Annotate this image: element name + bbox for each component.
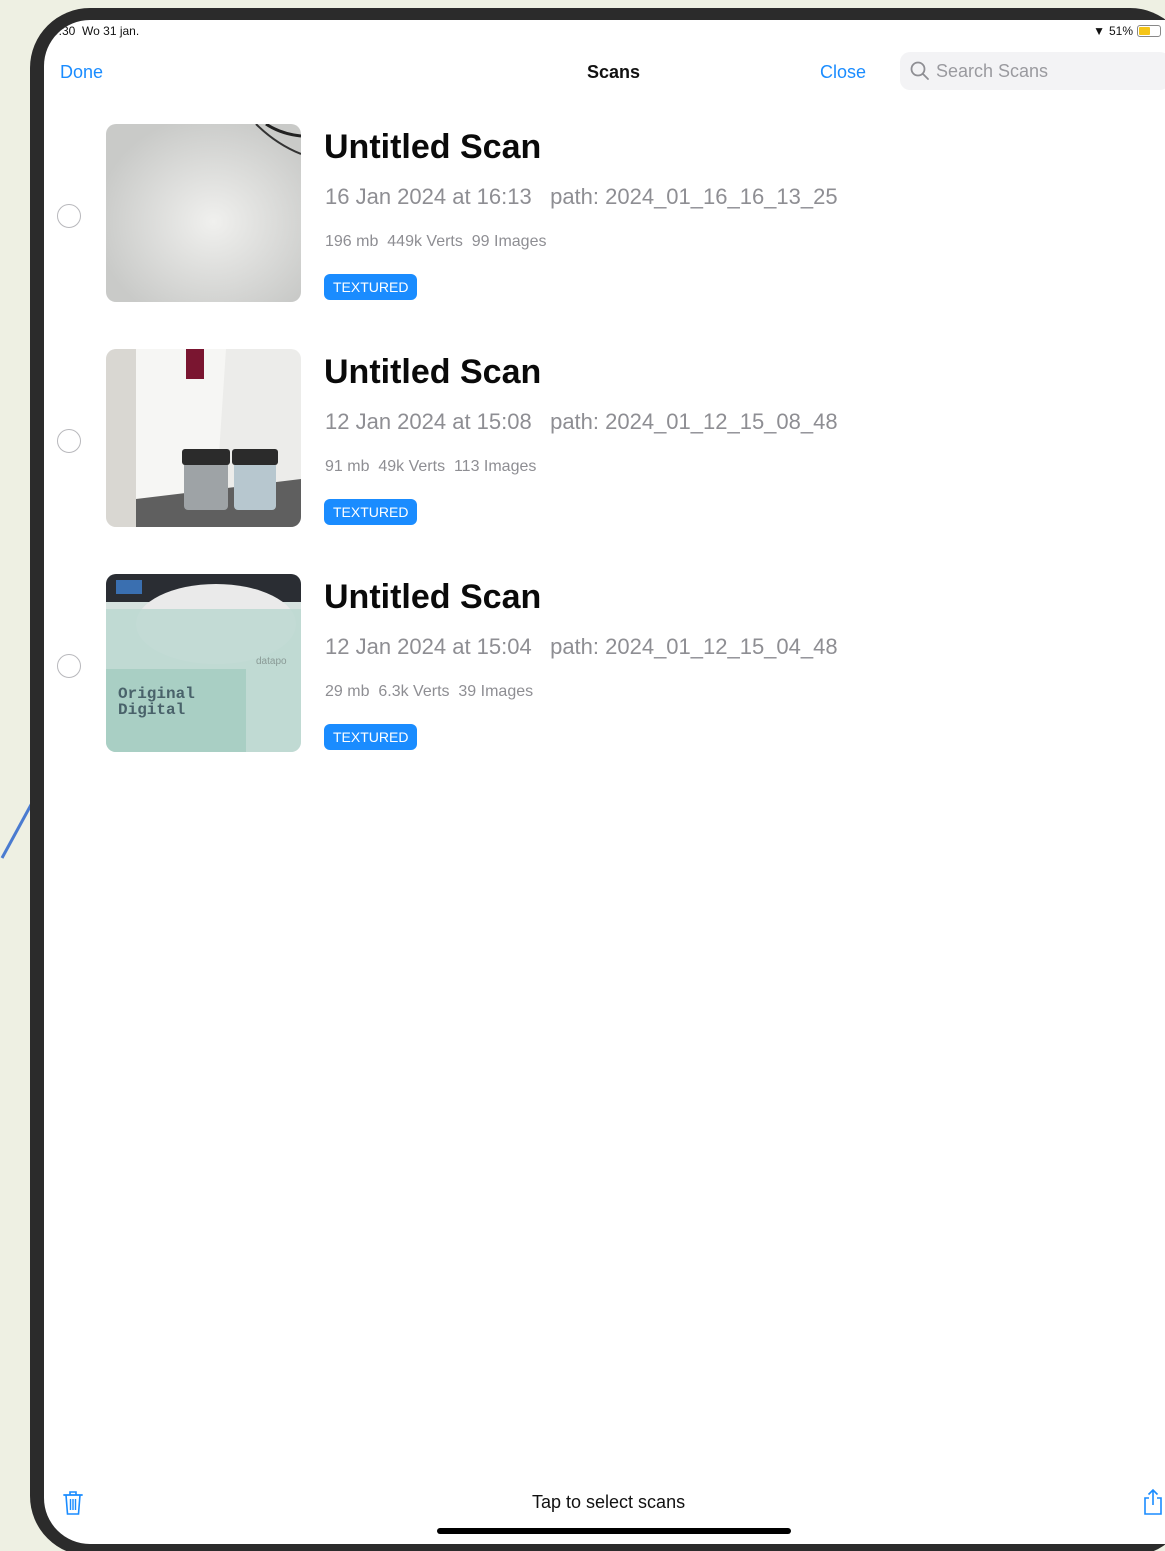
scan-path: path: 2024_01_12_15_08_48	[550, 409, 838, 434]
scan-row[interactable]: Original Digital datapo Untitled Scan 12…	[44, 574, 1165, 799]
scan-thumbnail[interactable]	[106, 124, 301, 302]
status-clock: 9:30	[52, 24, 76, 38]
scan-stats: 91 mb 49k Verts 113 Images	[325, 458, 536, 476]
scan-size: 91 mb	[325, 458, 370, 475]
thumb-text-brand: datapo	[256, 656, 287, 667]
scan-list: Untitled Scan 16 Jan 2024 at 16:13 path:…	[44, 124, 1165, 799]
select-radio[interactable]	[57, 654, 81, 678]
thumb-text-digital: Digital	[118, 701, 185, 719]
search-field[interactable]	[900, 52, 1165, 90]
scan-images: 99 Images	[471, 233, 547, 250]
status-bar: 9:30 Wo 31 jan. ▼ 51%	[44, 20, 1165, 48]
share-icon[interactable]	[1142, 1488, 1164, 1516]
thumbnail-image: Original Digital datapo	[106, 574, 301, 752]
scan-images: 113 Images	[453, 458, 537, 475]
select-radio[interactable]	[57, 204, 81, 228]
thumbnail-image	[106, 124, 301, 302]
scan-meta: 12 Jan 2024 at 15:08 path: 2024_01_12_15…	[325, 409, 838, 435]
scan-title: Untitled Scan	[324, 578, 542, 616]
scan-thumbnail[interactable]: Original Digital datapo	[106, 574, 301, 752]
scan-date: 12 Jan 2024 at 15:04	[325, 634, 532, 659]
app-screen: 9:30 Wo 31 jan. ▼ 51% Done Scans Close S…	[44, 20, 1165, 1544]
scan-stats: 29 mb 6.3k Verts 39 Images	[325, 683, 533, 701]
search-input[interactable]	[936, 60, 1156, 82]
textured-badge: TEXTURED	[324, 724, 418, 750]
search-icon	[910, 61, 929, 80]
home-indicator	[437, 1528, 791, 1534]
select-hint: Tap to select scans	[532, 1492, 686, 1512]
textured-badge: TEXTURED	[324, 499, 418, 525]
done-button[interactable]: Done	[60, 62, 103, 83]
scan-row[interactable]: Untitled Scan 12 Jan 2024 at 15:08 path:…	[44, 349, 1165, 574]
scan-stats: 196 mb 449k Verts 99 Images	[325, 233, 546, 251]
scan-title: Untitled Scan	[324, 128, 542, 166]
scan-date: 12 Jan 2024 at 15:08	[325, 409, 532, 434]
scan-verts: 6.3k Verts	[378, 683, 450, 700]
page-title: Scans	[587, 62, 641, 82]
scan-verts: 449k Verts	[387, 233, 463, 250]
status-date: Wo 31 jan.	[82, 24, 140, 38]
thumbnail-image	[106, 349, 301, 527]
scan-row[interactable]: Untitled Scan 16 Jan 2024 at 16:13 path:…	[44, 124, 1165, 349]
navigation-bar: Done Scans Close	[44, 52, 1165, 100]
status-indicators: ▼ 51%	[1093, 24, 1161, 38]
bottom-toolbar: Tap to select scans	[44, 1484, 1165, 1544]
trash-icon[interactable]	[62, 1490, 84, 1516]
battery-icon	[1137, 25, 1161, 37]
scan-path: path: 2024_01_12_15_04_48	[550, 634, 838, 659]
select-radio[interactable]	[57, 429, 81, 453]
scan-thumbnail[interactable]	[106, 349, 301, 527]
scan-size: 29 mb	[325, 683, 370, 700]
scan-path: path: 2024_01_16_16_13_25	[550, 184, 838, 209]
battery-percent: 51%	[1108, 24, 1133, 38]
close-button[interactable]: Close	[820, 62, 866, 83]
scan-meta: 16 Jan 2024 at 16:13 path: 2024_01_16_16…	[325, 184, 838, 210]
wifi-icon: ▼	[1093, 24, 1105, 38]
scan-meta: 12 Jan 2024 at 15:04 path: 2024_01_12_15…	[325, 634, 838, 660]
scan-date: 16 Jan 2024 at 16:13	[325, 184, 532, 209]
status-time: 9:30 Wo 31 jan.	[52, 24, 139, 38]
textured-badge: TEXTURED	[324, 274, 418, 300]
scan-images: 39 Images	[458, 683, 534, 700]
scan-title: Untitled Scan	[324, 353, 542, 391]
scan-size: 196 mb	[325, 233, 379, 250]
scan-verts: 49k Verts	[378, 458, 446, 475]
